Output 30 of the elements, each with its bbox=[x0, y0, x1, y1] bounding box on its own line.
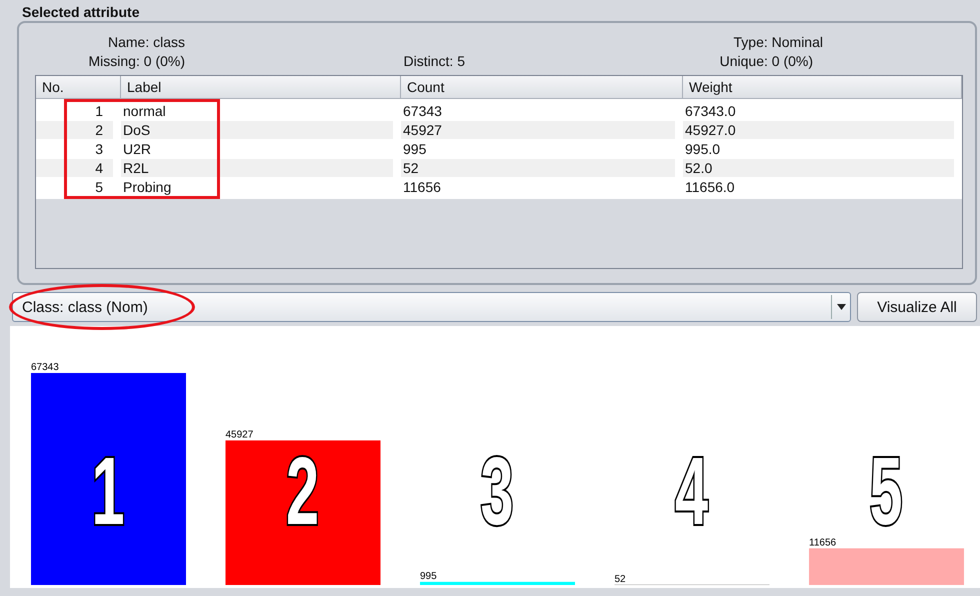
bar-number: 4 bbox=[674, 437, 708, 544]
table-cell: 4 bbox=[36, 158, 113, 176]
bar-number: 3 bbox=[480, 437, 514, 544]
table-cell: 52.0 bbox=[683, 158, 954, 176]
table-cell: 2 bbox=[36, 120, 113, 138]
type-text: Type: Nominal bbox=[732, 33, 824, 52]
class-dropdown[interactable]: Class: class (Nom) bbox=[12, 292, 851, 322]
unique-text: Unique: 0 (0%) bbox=[718, 52, 814, 71]
distinct-text: Distinct: 5 bbox=[402, 52, 466, 71]
name-text: Name: class bbox=[106, 33, 186, 52]
bar-number: 5 bbox=[869, 437, 903, 544]
missing-text: Missing: 0 (0%) bbox=[88, 52, 186, 71]
column-header[interactable]: Weight bbox=[683, 76, 962, 98]
bar-number: 2 bbox=[286, 437, 320, 544]
table-cell: 52 bbox=[401, 158, 675, 176]
table-cell: R2L bbox=[121, 158, 393, 176]
value-label: 45927 bbox=[226, 429, 254, 440]
value-label: 52 bbox=[614, 574, 626, 585]
table-cell: 45927.0 bbox=[683, 120, 954, 138]
column-header[interactable]: Count bbox=[401, 76, 683, 98]
value-label: 67343 bbox=[31, 362, 59, 373]
table-cell: DoS bbox=[121, 120, 393, 138]
column-header[interactable]: No. bbox=[36, 76, 121, 98]
section-title: Selected attribute bbox=[22, 4, 140, 20]
value-label: 11656 bbox=[809, 537, 836, 548]
value-label: 995 bbox=[420, 570, 437, 582]
bar-number: 1 bbox=[91, 437, 125, 544]
table-cell: 45927 bbox=[401, 120, 675, 138]
visualize-all-button[interactable]: Visualize All bbox=[857, 292, 977, 322]
column-header[interactable]: Label bbox=[121, 76, 401, 98]
